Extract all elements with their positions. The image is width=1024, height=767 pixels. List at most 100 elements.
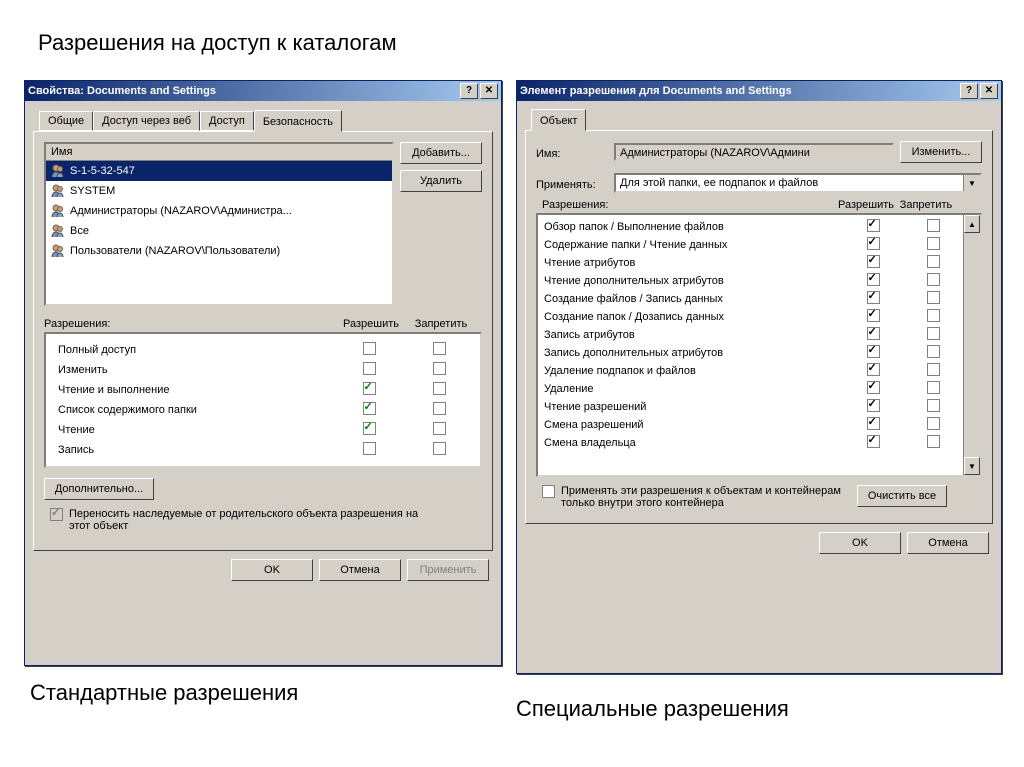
name-field: Администраторы (NAZAROV\Админи [614, 143, 894, 161]
permissions-label: Разрешения: [542, 199, 836, 211]
scroll-up-icon[interactable]: ▲ [964, 215, 980, 233]
allow-checkbox[interactable] [867, 291, 880, 304]
scroll-track[interactable] [964, 233, 980, 457]
apply-button[interactable]: Применить [407, 559, 489, 581]
help-button[interactable]: ? [960, 83, 978, 99]
ok-button[interactable]: OK [819, 532, 901, 554]
tab-web[interactable]: Доступ через веб [93, 111, 200, 131]
deny-checkbox[interactable] [433, 342, 446, 355]
allow-checkbox[interactable] [867, 399, 880, 412]
permission-row: Список содержимого папки [52, 400, 474, 420]
deny-checkbox[interactable] [433, 442, 446, 455]
user-icon [50, 163, 66, 179]
user-row[interactable]: SYSTEM [46, 181, 392, 201]
scrollbar[interactable]: ▲ ▼ [963, 215, 980, 475]
allow-checkbox[interactable] [867, 381, 880, 394]
tab-object[interactable]: Объект [531, 109, 586, 131]
tab-panel: Имя S-1-5-32-547SYSTEMАдминистраторы (NA… [33, 131, 493, 551]
users-list[interactable]: Имя S-1-5-32-547SYSTEMАдминистраторы (NA… [44, 142, 394, 306]
permission-row: Чтение [52, 420, 474, 440]
user-row[interactable]: Пользователи (NAZAROV\Пользователи) [46, 241, 392, 261]
allow-header: Разрешить [336, 318, 406, 330]
chevron-down-icon[interactable] [963, 175, 980, 191]
deny-checkbox[interactable] [433, 402, 446, 415]
titlebar[interactable]: Элемент разрешения для Documents and Set… [517, 81, 1001, 101]
allow-checkbox[interactable] [867, 219, 880, 232]
deny-checkbox[interactable] [927, 273, 940, 286]
change-button[interactable]: Изменить... [900, 141, 982, 163]
user-icon [50, 183, 66, 199]
deny-checkbox[interactable] [927, 345, 940, 358]
deny-checkbox[interactable] [927, 237, 940, 250]
allow-checkbox[interactable] [363, 342, 376, 355]
cancel-button[interactable]: Отмена [907, 532, 989, 554]
deny-checkbox[interactable] [927, 291, 940, 304]
titlebar-text: Элемент разрешения для Documents and Set… [520, 81, 958, 101]
deny-checkbox[interactable] [927, 327, 940, 340]
permission-name: Создание папок / Дозапись данных [538, 311, 843, 323]
permission-row: Полный доступ [52, 340, 474, 360]
user-name: Администраторы (NAZAROV\Администра... [70, 205, 292, 217]
cancel-button[interactable]: Отмена [319, 559, 401, 581]
allow-checkbox[interactable] [363, 422, 376, 435]
allow-checkbox[interactable] [867, 345, 880, 358]
allow-checkbox[interactable] [867, 255, 880, 268]
tab-general[interactable]: Общие [39, 111, 93, 131]
remove-button[interactable]: Удалить [400, 170, 482, 192]
help-button[interactable]: ? [460, 83, 478, 99]
deny-checkbox[interactable] [433, 362, 446, 375]
deny-checkbox[interactable] [927, 219, 940, 232]
tab-security[interactable]: Безопасность [254, 110, 342, 132]
deny-checkbox[interactable] [433, 382, 446, 395]
scroll-down-icon[interactable]: ▼ [964, 457, 980, 475]
user-row[interactable]: S-1-5-32-547 [46, 161, 392, 181]
permission-row: Чтение атрибутов [538, 254, 963, 272]
allow-checkbox[interactable] [867, 327, 880, 340]
add-button[interactable]: Добавить... [400, 142, 482, 164]
allow-checkbox[interactable] [867, 417, 880, 430]
user-icon [50, 203, 66, 219]
user-name: Пользователи (NAZAROV\Пользователи) [70, 245, 280, 257]
window-properties: Свойства: Documents and Settings ? ✕ Общ… [24, 80, 502, 666]
scope-checkbox[interactable] [542, 485, 555, 498]
titlebar[interactable]: Свойства: Documents and Settings ? ✕ [25, 81, 501, 101]
permission-name: Смена владельца [538, 437, 843, 449]
tabstrip: Объект [525, 111, 993, 131]
scope-label: Применять эти разрешения к объектам и ко… [561, 485, 851, 509]
close-button[interactable]: ✕ [480, 83, 498, 99]
deny-checkbox[interactable] [927, 417, 940, 430]
deny-checkbox[interactable] [927, 309, 940, 322]
permission-row: Чтение дополнительных атрибутов [538, 272, 963, 290]
deny-checkbox[interactable] [927, 363, 940, 376]
caption-standard: Стандартные разрешения [30, 680, 298, 706]
name-label: Имя: [536, 145, 608, 160]
permission-name: Чтение атрибутов [538, 257, 843, 269]
allow-checkbox[interactable] [363, 402, 376, 415]
applyto-combo[interactable]: Для этой папки, ее подпапок и файлов [614, 173, 982, 193]
allow-checkbox[interactable] [867, 237, 880, 250]
allow-checkbox[interactable] [867, 363, 880, 376]
ok-button[interactable]: OK [231, 559, 313, 581]
user-row[interactable]: Администраторы (NAZAROV\Администра... [46, 201, 392, 221]
deny-checkbox[interactable] [927, 399, 940, 412]
tab-sharing[interactable]: Доступ [200, 111, 254, 131]
close-button[interactable]: ✕ [980, 83, 998, 99]
allow-checkbox[interactable] [363, 442, 376, 455]
permission-row: Смена разрешений [538, 416, 963, 434]
deny-checkbox[interactable] [927, 255, 940, 268]
applyto-label: Применять: [536, 176, 608, 191]
allow-checkbox[interactable] [363, 362, 376, 375]
permissions-list[interactable]: Обзор папок / Выполнение файловСодержани… [536, 213, 982, 477]
inherit-checkbox[interactable] [50, 508, 63, 521]
deny-checkbox[interactable] [927, 381, 940, 394]
allow-checkbox[interactable] [867, 273, 880, 286]
deny-checkbox[interactable] [433, 422, 446, 435]
advanced-button[interactable]: Дополнительно... [44, 478, 154, 500]
deny-checkbox[interactable] [927, 435, 940, 448]
allow-checkbox[interactable] [363, 382, 376, 395]
user-row[interactable]: Все [46, 221, 392, 241]
permission-name: Создание файлов / Запись данных [538, 293, 843, 305]
allow-checkbox[interactable] [867, 435, 880, 448]
allow-checkbox[interactable] [867, 309, 880, 322]
clear-all-button[interactable]: Очистить все [857, 485, 947, 507]
